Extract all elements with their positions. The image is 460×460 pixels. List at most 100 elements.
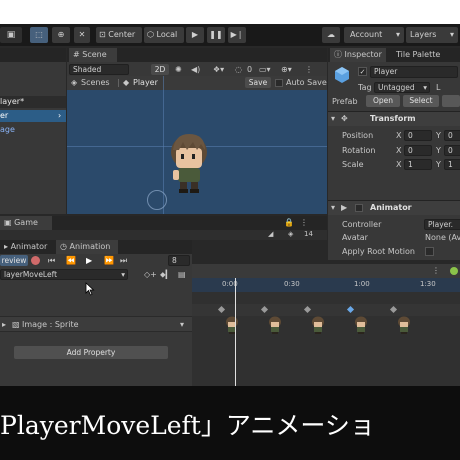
account-label: Account bbox=[350, 30, 383, 39]
object-name-field[interactable]: Player bbox=[370, 66, 458, 78]
sprite-keyframe[interactable] bbox=[354, 316, 368, 334]
prefab-cube-icon bbox=[335, 67, 349, 83]
player-character-sprite[interactable] bbox=[167, 128, 211, 196]
pivot-center-toggle[interactable]: ⊡ Center bbox=[96, 27, 142, 43]
shading-mode-dropdown[interactable]: Shaded bbox=[69, 64, 129, 75]
camera-icon[interactable]: ▭▾ bbox=[259, 65, 271, 74]
transform-header[interactable]: ▾ ✥ Transform bbox=[328, 111, 460, 126]
pivot-icon: ⊡ bbox=[99, 30, 106, 39]
cloud-button[interactable]: ☁ bbox=[322, 27, 340, 43]
tab-tile-palette[interactable]: Tile Palette bbox=[392, 48, 452, 62]
tab-scene[interactable]: # Scene bbox=[69, 48, 117, 62]
tab-inspector[interactable]: ⓘ Inspector bbox=[330, 48, 386, 62]
rotation-y-field[interactable]: 0 bbox=[444, 145, 460, 156]
breadcrumb-root[interactable]: Scenes bbox=[81, 78, 110, 87]
apply-root-motion-checkbox[interactable] bbox=[425, 247, 434, 256]
sprite-pivot-gizmo[interactable] bbox=[147, 190, 167, 210]
custom-tool[interactable]: ✕ bbox=[74, 27, 90, 43]
effects-icon[interactable]: ❖▾ bbox=[213, 65, 224, 74]
prefab-open-button[interactable]: Open bbox=[366, 95, 400, 107]
add-keyframe-icon[interactable]: ◇+ bbox=[144, 270, 157, 279]
account-dropdown[interactable]: Account ▾ bbox=[344, 27, 404, 43]
layers-dropdown[interactable]: Layers ▾ bbox=[406, 27, 458, 43]
clip-dropdown[interactable]: layerMoveLeft ▾ bbox=[0, 269, 128, 280]
more-icon[interactable]: ⋮ bbox=[432, 266, 440, 275]
animation-tab-icon: ◷ bbox=[60, 242, 67, 251]
light-icon[interactable]: ◢ bbox=[268, 230, 273, 238]
keyframe-marker[interactable] bbox=[303, 305, 312, 314]
keyframe-marker-selected[interactable] bbox=[346, 305, 355, 314]
rotation-x-field[interactable]: 0 bbox=[404, 145, 432, 156]
audio-icon[interactable]: ◀) bbox=[191, 65, 200, 74]
tag-dropdown[interactable]: Untagged ▾ bbox=[374, 82, 430, 93]
scale-x-field[interactable]: 1 bbox=[404, 159, 432, 170]
filter-icon[interactable]: ▤ bbox=[178, 270, 186, 279]
step-button[interactable]: ▶❘ bbox=[228, 27, 246, 43]
preview-toggle[interactable]: review bbox=[0, 255, 28, 266]
summary-keyframe-row[interactable] bbox=[192, 304, 460, 316]
sprite-keyframe[interactable] bbox=[311, 316, 325, 334]
property-menu-icon[interactable]: ▾ bbox=[180, 320, 184, 329]
2d-toggle[interactable]: 2D bbox=[151, 64, 169, 75]
scene-panel-header: # Scene Shaded 2D ✺ ◀) ❖▾ ◌ 0 ▭▾ ⊕▾ ⋮ bbox=[67, 48, 327, 76]
auto-save-checkbox[interactable] bbox=[275, 79, 283, 87]
hidden-objects-icon[interactable]: ◌ bbox=[235, 65, 242, 74]
transform-tool[interactable]: ⊕ bbox=[52, 27, 70, 43]
position-x-field[interactable]: 0 bbox=[404, 130, 432, 141]
animator-header[interactable]: ▾ ▶ Animator bbox=[328, 200, 460, 215]
keyframe-marker[interactable] bbox=[389, 305, 398, 314]
more-icon[interactable]: ⋮ bbox=[305, 65, 313, 74]
gizmos-icon[interactable]: ⊕▾ bbox=[281, 65, 292, 74]
keyframe-marker[interactable] bbox=[217, 305, 226, 314]
tab-animation[interactable]: ◷ Animation bbox=[56, 240, 118, 254]
hierarchy-row[interactable]: layer* bbox=[0, 96, 66, 108]
animation-timeline[interactable]: ⋮ 0:00 0:30 1:00 1:30 bbox=[192, 264, 460, 386]
frame-field[interactable]: 8 bbox=[168, 255, 190, 266]
more-icon[interactable]: ⋮ bbox=[300, 218, 308, 227]
pause-button[interactable]: ❚❚ bbox=[207, 27, 225, 43]
x-label: X bbox=[396, 160, 402, 169]
property-row[interactable]: ▸ ▧ Image : Sprite ▾ bbox=[0, 316, 192, 332]
tab-game[interactable]: ▣ Game bbox=[0, 216, 52, 230]
pivot-local-toggle[interactable]: ⬡ Local bbox=[144, 27, 184, 43]
light-icon[interactable]: ✺ bbox=[175, 65, 182, 74]
game-tab-label: Game bbox=[14, 218, 38, 227]
tab-animator[interactable]: ▸ Animator bbox=[0, 240, 52, 254]
breadcrumb-item[interactable]: Player bbox=[133, 78, 158, 87]
rect-tool-icon[interactable]: ▣ bbox=[2, 27, 20, 43]
first-key-icon[interactable]: ⏮ bbox=[48, 256, 55, 266]
add-property-button[interactable]: Add Property bbox=[14, 346, 168, 359]
hierarchy-row-selected[interactable]: er › bbox=[0, 110, 66, 122]
sprite-keyframe[interactable] bbox=[225, 316, 239, 334]
scene-view[interactable]: ◈ Scenes | ◆ Player Save Auto Save bbox=[67, 76, 327, 214]
time-ruler[interactable]: 0:00 0:30 1:00 1:30 bbox=[192, 278, 460, 292]
add-event-icon[interactable]: ⬥▎ bbox=[160, 270, 172, 280]
scale-y-field[interactable]: 1 bbox=[444, 159, 460, 170]
rect-transform-tool[interactable]: ⬚ bbox=[30, 27, 48, 43]
property-label: Image : Sprite bbox=[22, 320, 79, 329]
play-icon[interactable]: ▶ bbox=[86, 256, 92, 265]
active-checkbox[interactable]: ✓ bbox=[358, 67, 367, 76]
play-button[interactable]: ▶ bbox=[186, 27, 204, 43]
time-label: 1:30 bbox=[420, 280, 436, 288]
playhead[interactable] bbox=[235, 278, 236, 386]
prev-key-icon[interactable]: ⏪ bbox=[66, 256, 76, 265]
lock-icon[interactable]: 🔒 bbox=[284, 218, 294, 227]
prefab-overrides-button[interactable] bbox=[442, 95, 460, 107]
keyframe-marker[interactable] bbox=[260, 305, 269, 314]
record-icon[interactable] bbox=[31, 256, 40, 265]
save-button[interactable]: Save bbox=[245, 77, 271, 88]
position-y-field[interactable]: 0 bbox=[444, 130, 460, 141]
inspector-panel: ⓘ Inspector Tile Palette ✓ Player Tag Un… bbox=[328, 48, 460, 260]
stats-icon[interactable]: ◈ bbox=[288, 230, 293, 238]
last-key-icon[interactable]: ⏭ bbox=[120, 256, 127, 266]
animator-enabled-checkbox[interactable] bbox=[355, 204, 363, 212]
hierarchy-row[interactable]: age bbox=[0, 124, 66, 136]
next-key-icon[interactable]: ⏩ bbox=[104, 256, 114, 265]
chevron-down-icon: ▾ bbox=[331, 114, 336, 123]
animator-label: Animator bbox=[370, 203, 412, 212]
sprite-keyframe[interactable] bbox=[268, 316, 282, 334]
sprite-keyframe[interactable] bbox=[397, 316, 411, 334]
prefab-select-button[interactable]: Select bbox=[403, 95, 439, 107]
controller-field[interactable]: Player. bbox=[424, 219, 460, 230]
